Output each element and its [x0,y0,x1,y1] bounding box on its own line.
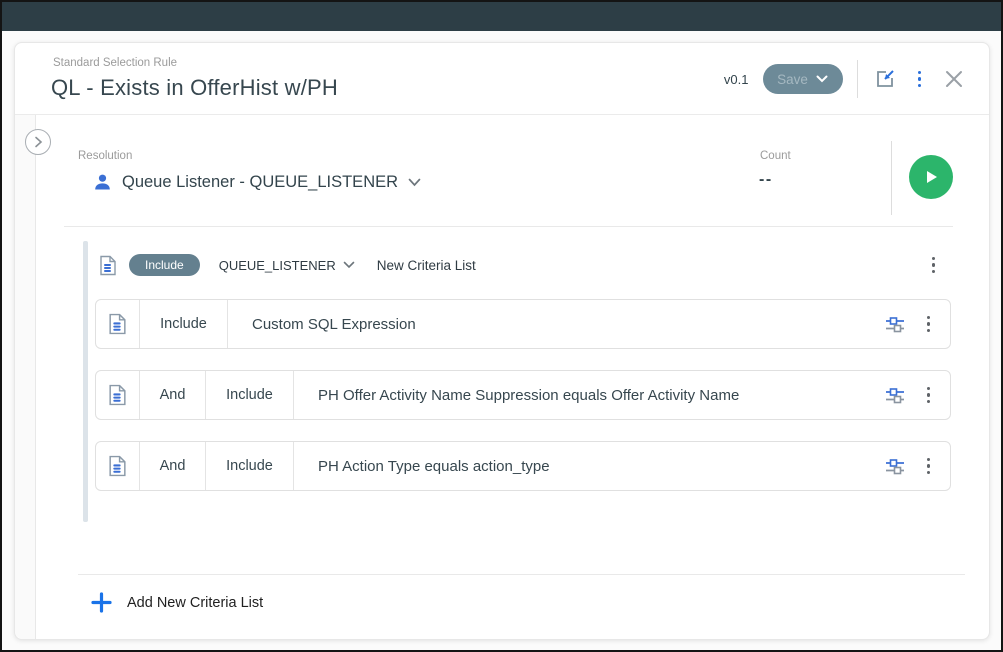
rule-type-label: Standard Selection Rule [53,57,177,69]
version-label: v0.1 [724,72,749,87]
criteria-mode[interactable]: Include [140,300,228,348]
person-icon [93,173,112,192]
expand-panel-button[interactable] [25,129,51,155]
criteria-group-header: Include QUEUE_LISTENER New Criteria List [99,248,949,282]
resolution-label: Resolution [78,150,132,162]
criteria-text[interactable]: Custom SQL Expression [228,300,885,348]
annotate-icon[interactable] [872,66,898,92]
criteria-row-actions [885,371,951,419]
selection-rule-dialog: Standard Selection Rule QL - Exists in O… [14,42,990,640]
criteria-mode[interactable]: Include [206,442,294,490]
criteria-row-actions [885,442,951,490]
criteria-list-name: New Criteria List [377,258,476,273]
criteria-rows: Include Custom SQL Expression And Includ… [95,299,951,491]
save-button[interactable]: Save [763,64,843,94]
chevron-down-icon [343,261,355,269]
add-criteria-list-button[interactable]: Add New Criteria List [85,586,269,619]
criteria-doc-cell [96,442,140,490]
criteria-kebab-icon[interactable] [921,384,937,407]
sliders-icon[interactable] [885,458,905,475]
group-audience-value: QUEUE_LISTENER [219,258,336,273]
chevron-down-icon [816,75,828,83]
play-icon [922,168,940,186]
criteria-doc-cell [96,300,140,348]
criteria-row[interactable]: Include Custom SQL Expression [95,299,951,349]
add-criteria-list-label: Add New Criteria List [127,595,263,611]
header-kebab-icon[interactable] [912,68,928,91]
page-title: QL - Exists in OfferHist w/PH [51,75,338,101]
sliders-icon[interactable] [885,387,905,404]
footer-divider [78,574,965,575]
plus-icon [91,592,112,613]
group-include-toggle[interactable]: Include [129,254,200,276]
criteria-text[interactable]: PH Action Type equals action_type [294,442,885,490]
count-label: Count [760,150,791,162]
section-divider [64,226,953,227]
close-icon[interactable] [941,66,967,92]
resolution-select[interactable]: Queue Listener - QUEUE_LISTENER [93,173,421,192]
criteria-row[interactable]: And Include PH Offer Activity Name Suppr… [95,370,951,420]
group-audience-select[interactable]: QUEUE_LISTENER [219,258,355,273]
sliders-icon[interactable] [885,316,905,333]
criteria-text[interactable]: PH Offer Activity Name Suppression equal… [294,371,885,419]
criteria-row-actions [885,300,951,348]
document-icon [108,313,127,335]
criteria-conjunction[interactable]: And [140,442,206,490]
collapsed-side-panel [15,115,36,639]
chevron-down-icon [408,178,421,187]
criteria-group-accent-bar [83,241,88,522]
document-icon [108,455,127,477]
criteria-row[interactable]: And Include PH Action Type equals action… [95,441,951,491]
chevron-right-icon [34,136,43,148]
app-top-bar [2,2,1001,31]
count-value: -- [759,171,773,189]
resolution-divider [891,141,892,215]
resolution-value: Queue Listener - QUEUE_LISTENER [122,173,398,192]
run-count-button[interactable] [909,155,953,199]
document-icon [108,384,127,406]
criteria-kebab-icon[interactable] [921,455,937,478]
criteria-doc-cell [96,371,140,419]
app-window: Standard Selection Rule QL - Exists in O… [0,0,1003,652]
header-actions: v0.1 Save [724,43,967,115]
group-kebab-icon[interactable] [926,254,942,277]
criteria-kebab-icon[interactable] [921,313,937,336]
save-button-label: Save [777,72,808,87]
document-icon [99,255,117,276]
criteria-conjunction[interactable]: And [140,371,206,419]
header-divider [857,60,858,98]
dialog-header: Standard Selection Rule QL - Exists in O… [15,43,989,115]
criteria-mode[interactable]: Include [206,371,294,419]
